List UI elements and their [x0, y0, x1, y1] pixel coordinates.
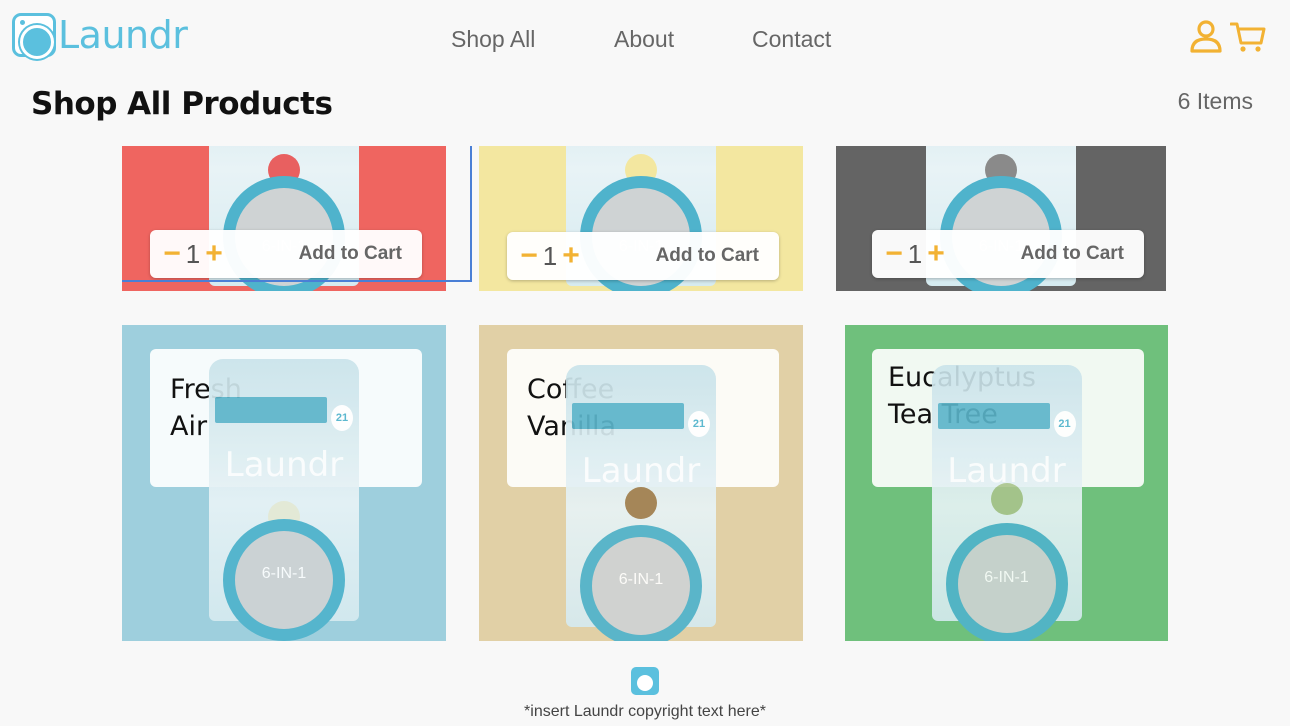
- quantity-value: 1: [542, 240, 558, 271]
- item-count: 6 Items: [1177, 88, 1253, 114]
- add-to-cart-button[interactable]: Add to Cart: [299, 243, 402, 265]
- count-badge: 21: [331, 405, 353, 431]
- product-card[interactable]: Fresh Air 21 Laundr 6-IN-1: [122, 325, 446, 641]
- quantity-increase-button[interactable]: +: [202, 239, 226, 269]
- cart-control: − 1 + Add to Cart: [150, 230, 422, 278]
- quantity-value: 1: [185, 238, 201, 269]
- bag-label-strip: [572, 403, 684, 429]
- nav-contact[interactable]: Contact: [752, 24, 831, 54]
- scent-icon: [990, 483, 1023, 515]
- nav-shop-all[interactable]: Shop All: [451, 24, 535, 54]
- quantity-decrease-button[interactable]: −: [882, 239, 906, 269]
- pod-ring: 6-IN-1: [223, 519, 345, 641]
- pod-ring: 6-IN-1: [945, 523, 1068, 641]
- quantity-increase-button[interactable]: +: [559, 241, 583, 271]
- add-to-cart-button[interactable]: Add to Cart: [1021, 243, 1124, 265]
- cart-control: − 1 + Add to Cart: [507, 232, 779, 280]
- product-card[interactable]: CoffeeVanilla 21 Laundr 6-IN-1: [479, 325, 803, 641]
- nav-about[interactable]: About: [614, 24, 674, 54]
- scent-icon: [625, 487, 657, 519]
- bag-label-strip: [937, 403, 1050, 429]
- quantity-increase-button[interactable]: +: [924, 239, 948, 269]
- bag-label-strip: [215, 397, 327, 423]
- header-icons: [1188, 18, 1266, 54]
- count-badge: 21: [1053, 411, 1076, 437]
- copyright-text: *insert Laundr copyright text here*: [524, 703, 766, 720]
- main-nav: Shop All About Contact: [0, 24, 1290, 54]
- quantity-decrease-button[interactable]: −: [160, 239, 184, 269]
- page-title: Shop All Products: [31, 86, 333, 122]
- count-badge: 21: [688, 411, 710, 437]
- product-card[interactable]: 6-IN-1 − 1 + Add to Cart: [479, 146, 803, 291]
- quantity-decrease-button[interactable]: −: [517, 241, 541, 271]
- quantity-value: 1: [907, 238, 923, 269]
- product-bag-image: 21 Laundr 6-IN-1: [566, 365, 716, 641]
- bag-brand-text: Laundr: [224, 445, 344, 485]
- user-icon[interactable]: [1188, 18, 1224, 54]
- cart-icon[interactable]: [1230, 18, 1266, 54]
- product-bag-image: 21 Laundr 6-IN-1: [931, 365, 1082, 641]
- product-bag-image: 21 Laundr 6-IN-1: [209, 359, 359, 641]
- product-card[interactable]: 6-IN-1 − 1 + Add to Cart: [836, 146, 1166, 291]
- footer-logo-icon: [631, 667, 659, 695]
- bag-brand-text: Laundr: [581, 451, 701, 491]
- add-to-cart-button[interactable]: Add to Cart: [656, 245, 759, 267]
- pod-ring: 6-IN-1: [580, 525, 702, 641]
- product-card[interactable]: EucalyptusTea Tree 21 Laundr 6-IN-1: [845, 325, 1168, 641]
- product-card[interactable]: 6-IN-1 − 1 + Add to Cart: [122, 146, 446, 291]
- cart-control: − 1 + Add to Cart: [872, 230, 1144, 278]
